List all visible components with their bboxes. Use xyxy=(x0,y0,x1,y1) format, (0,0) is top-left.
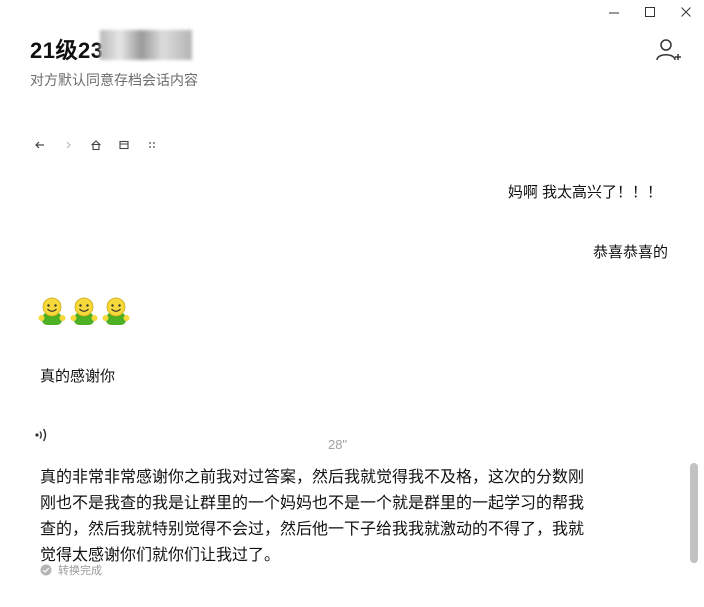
chat-title: 21级23 xyxy=(30,38,104,63)
title-redaction xyxy=(100,30,192,60)
nav-forward-button[interactable] xyxy=(62,136,90,154)
voice-duration: 28" xyxy=(328,437,348,452)
chat-header: 21级23 对方默认同意存档会话内容 xyxy=(0,0,704,100)
arrow-left-icon xyxy=(35,141,44,149)
nav-home-button[interactable] xyxy=(90,136,118,154)
window-icon xyxy=(119,140,129,150)
smiley-emoji-icon xyxy=(38,297,66,325)
scrollbar-thumb[interactable] xyxy=(690,463,698,563)
transcript-status: 转换完成 xyxy=(40,562,102,578)
add-member-button[interactable] xyxy=(654,36,682,64)
message-incoming[interactable]: 真的感谢你 xyxy=(40,364,115,390)
embedded-nav-bar xyxy=(34,136,174,154)
smiley-emoji-icon xyxy=(102,297,130,325)
chat-subtitle: 对方默认同意存档会话内容 xyxy=(30,72,198,88)
add-person-icon xyxy=(656,39,681,61)
nav-back-button[interactable] xyxy=(34,136,62,154)
voice-transcript[interactable]: 真的非常非常感谢你之前我对过答案，然后我就觉得我不及格，这次的分数刚刚也不是我查… xyxy=(40,465,592,569)
more-dots-icon xyxy=(149,142,155,148)
voice-message-button[interactable] xyxy=(34,426,52,444)
emoji-message[interactable] xyxy=(38,296,130,328)
message-outgoing[interactable]: 妈啊 我太高兴了！！！ xyxy=(508,180,662,206)
arrow-right-icon xyxy=(66,141,71,149)
status-text: 转换完成 xyxy=(58,565,102,577)
nav-more-button[interactable] xyxy=(146,136,174,154)
home-icon xyxy=(91,140,101,151)
check-circle-icon xyxy=(40,564,52,576)
chat-scrollbar[interactable] xyxy=(690,100,698,600)
nav-window-button[interactable] xyxy=(118,136,146,154)
smiley-emoji-icon xyxy=(70,297,98,325)
voice-wave-icon xyxy=(35,428,47,442)
message-outgoing[interactable]: 恭喜恭喜的 xyxy=(593,240,668,266)
